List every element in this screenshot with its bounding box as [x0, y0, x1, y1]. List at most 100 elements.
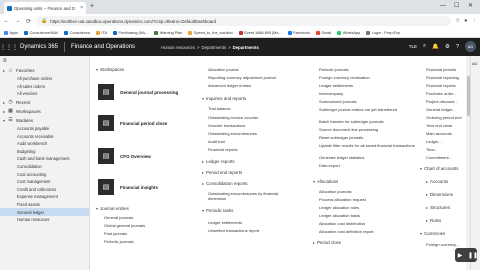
menu-link[interactable]: Year end close	[426, 123, 452, 128]
breadcrumb-item[interactable]: Departments	[202, 45, 227, 50]
favorite-item[interactable]: All purchase orders	[0, 75, 89, 83]
sidebar-item-consolidation[interactable]: Consolidation	[0, 163, 89, 171]
forward-icon[interactable]: →	[14, 18, 21, 24]
avatar[interactable]: AD	[465, 41, 476, 52]
bookmark-item[interactable]: Facebook	[287, 30, 310, 35]
currencies-header[interactable]: ▾ Currencies	[420, 231, 445, 236]
sidebar-item-cost-accounting[interactable]: Cost accounting	[0, 170, 89, 178]
menu-link[interactable]: General journals	[104, 215, 133, 220]
profile-icon[interactable]: ●	[464, 18, 467, 24]
menu-link[interactable]: Advanced ledger entries	[208, 83, 251, 88]
menu-link[interactable]: Subledger journal entries not yet transf…	[319, 107, 397, 112]
browser-menu-icon[interactable]: ⋮	[472, 18, 478, 24]
workspaces-section-header[interactable]: ▾ Workspaces	[96, 67, 124, 72]
menu-link[interactable]: Reporting currency adjustment journal	[208, 75, 276, 80]
consolidation-reports-header[interactable]: ▸ Consolidation reports	[202, 181, 248, 186]
menu-link[interactable]: Audit trail	[208, 139, 225, 144]
menu-link[interactable]: Generate ledger statistics	[319, 155, 364, 160]
search-icon[interactable]: ⌕	[423, 43, 426, 50]
periodic-tasks-header[interactable]: ▾ Periodic tasks	[202, 208, 233, 213]
menu-link[interactable]: Global general journals	[104, 223, 145, 228]
nav-group-workspaces[interactable]: ▸ ▦ Workspaces	[0, 107, 89, 116]
nav-toggle[interactable]: ≡	[0, 56, 89, 66]
bookmark-item[interactable]: Warning Plan	[154, 30, 182, 35]
menu-link[interactable]: Ordering period end	[426, 115, 462, 120]
menu-link[interactable]: Outstanding invoice voucher	[208, 115, 258, 120]
close-window-button[interactable]: ✕	[468, 2, 473, 10]
menu-link[interactable]: Main accounts	[426, 131, 452, 136]
coa-structures[interactable]: ▸ Structures	[426, 205, 450, 210]
menu-link[interactable]: Intercompany	[319, 91, 343, 96]
sidebar-item-audit-workbench[interactable]: Audit workbench	[0, 140, 89, 148]
app-name[interactable]: Dynamics 365	[14, 44, 64, 50]
nav-group-favorites[interactable]: ▸ ☆ Favorites	[0, 66, 89, 75]
favorite-item[interactable]: All vendors	[0, 90, 89, 98]
sidebar-item-accounts-payable[interactable]: Accounts payable	[0, 125, 89, 133]
bell-icon[interactable]: 🔔	[432, 44, 439, 50]
sidebar-item-human-resources[interactable]: Human resources	[0, 216, 89, 224]
hamburger-icon[interactable]: ≡	[3, 58, 7, 64]
sidebar-item-cost-management[interactable]: Cost management	[0, 178, 89, 186]
menu-link[interactable]: Financial periods	[426, 67, 456, 72]
bookmark-item[interactable]: Consulenza	[64, 30, 90, 35]
menu-link[interactable]: Periodic journals	[319, 67, 349, 72]
chart-of-accounts-header[interactable]: ▾ Chart of accounts	[420, 166, 458, 171]
menu-link[interactable]: Financial reporting	[426, 75, 459, 80]
menu-link[interactable]: Update filter results for all saved fina…	[319, 143, 415, 148]
workspace-tile[interactable]: ▤ Financial insights	[98, 177, 180, 197]
menu-link[interactable]: Ledger settlements	[208, 220, 242, 225]
star-icon[interactable]: ☆	[455, 18, 460, 24]
maximize-button[interactable]: ☐	[454, 2, 459, 10]
menu-link[interactable]: General ledger...	[426, 107, 456, 112]
menu-link[interactable]: Financial reports	[426, 83, 456, 88]
menu-link[interactable]: Ledger settlements	[319, 83, 353, 88]
bookmark-item[interactable]: Gmail	[315, 30, 331, 35]
period-close-header[interactable]: ▸ Period close	[313, 240, 341, 245]
sidebar-item-credit-collections[interactable]: Credit and collections	[0, 186, 89, 194]
menu-link[interactable]: Allocation journals	[319, 189, 351, 194]
nav-group-recent[interactable]: ▸ ◷ Recent	[0, 98, 89, 107]
new-tab-button[interactable]: +	[90, 3, 94, 11]
menu-link[interactable]: Ledger...	[426, 139, 442, 144]
minimize-button[interactable]: —	[440, 2, 446, 10]
menu-link[interactable]: Trial balance	[208, 106, 231, 111]
bookmark-item[interactable]: ITA	[95, 30, 107, 35]
workspace-tile[interactable]: ▤ General journal processing	[98, 82, 180, 102]
help-icon[interactable]: ?	[456, 44, 459, 50]
menu-link[interactable]: Unsettled transactions report	[208, 228, 259, 233]
menu-link[interactable]: Allocation cost distribution	[319, 221, 365, 226]
menu-link[interactable]: Foreign currency revaluation	[319, 75, 370, 80]
period-end-reports-header[interactable]: ▸ Period end reports	[202, 170, 242, 175]
menu-link[interactable]: dimension	[208, 196, 226, 201]
bookmark-item[interactable]: WhatsApp	[337, 30, 360, 35]
menu-link[interactable]: Source document line processing	[319, 127, 378, 132]
bookmark-item[interactable]: Consulenze/NAV	[24, 30, 58, 35]
menu-link[interactable]: Data export	[319, 163, 340, 168]
coa-rules[interactable]: ▸ Rules	[426, 218, 441, 223]
reload-icon[interactable]: ⟳	[25, 18, 32, 25]
sidebar-item-general-ledger[interactable]: General ledger	[0, 208, 89, 216]
sidebar-item-fixed-assets[interactable]: Fixed assets	[0, 201, 89, 209]
bookmark-item[interactable]: Purchasing (NA...	[112, 30, 148, 35]
bookmark-item[interactable]: Event 1688-895 [Ma...	[238, 30, 282, 35]
menu-link[interactable]: Ledger allocation basis	[319, 213, 360, 218]
menu-link[interactable]: Allocation journal	[208, 67, 238, 72]
menu-link[interactable]: Post journals	[104, 231, 127, 236]
pause-icon[interactable]: ❚❚	[468, 252, 478, 259]
coa-accounts[interactable]: ▸ Accounts	[426, 179, 448, 184]
menu-link[interactable]: Purchase order...	[426, 91, 456, 96]
bookmark-item[interactable]: Apps	[4, 30, 18, 35]
menu-link[interactable]: Foreign currency...	[426, 242, 459, 247]
ledger-reports-header[interactable]: ▸ Ledger reports	[202, 159, 235, 164]
menu-link[interactable]: Reset subledger journals	[319, 135, 363, 140]
module-name[interactable]: Finance and Operations	[65, 44, 141, 50]
play-icon[interactable]: ▶	[456, 252, 464, 259]
company-picker[interactable]: TLE	[409, 44, 417, 49]
bookmark-item[interactable]: Speed_to_the_solution	[188, 30, 233, 35]
breadcrumb-item[interactable]: Human resources	[161, 45, 195, 50]
menu-link[interactable]: Allocation cost definition report	[319, 229, 373, 234]
coa-dimensions[interactable]: ▸ Dimensions	[426, 192, 453, 197]
menu-link[interactable]: Process allocation request	[319, 197, 366, 202]
inquiries-reports-header[interactable]: ▾ Inquiries and reports	[202, 96, 246, 101]
sidebar-item-cash-bank[interactable]: Cash and bank management	[0, 155, 89, 163]
